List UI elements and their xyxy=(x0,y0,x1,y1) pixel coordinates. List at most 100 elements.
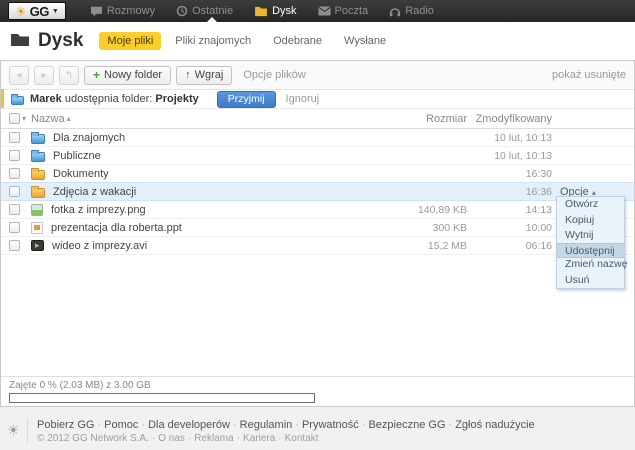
select-menu-caret-icon[interactable]: ▾ xyxy=(22,114,26,123)
gg-logo-text: GG xyxy=(29,3,50,19)
file-size: 140,89 KB xyxy=(417,203,467,216)
row-checkbox[interactable] xyxy=(9,222,20,233)
table-row[interactable]: prezentacja dla roberta.ppt 300 KB 10:00 xyxy=(1,219,634,237)
footer-link-reklama[interactable]: Reklama xyxy=(194,433,233,444)
row-checkbox[interactable] xyxy=(9,186,20,197)
nav-item-ostatnie[interactable]: Ostatnie xyxy=(176,5,233,17)
new-folder-label: Nowy folder xyxy=(104,69,163,81)
mail-icon xyxy=(317,6,331,16)
folder-icon xyxy=(31,167,45,180)
file-modified: 10 lut, 10:13 xyxy=(494,149,552,162)
up-level-button[interactable]: ↰ xyxy=(59,65,79,85)
nav-label: Poczta xyxy=(334,5,369,17)
page-header: Dysk Moje pliki Pliki znajomych Odebrane… xyxy=(0,22,635,60)
video-file-icon xyxy=(31,240,44,251)
forward-arrow-icon: ▸ xyxy=(41,69,47,81)
show-deleted-link[interactable]: pokaż usunięte xyxy=(552,69,626,81)
footer-link-pomoc[interactable]: Pomoc xyxy=(104,419,138,431)
chat-icon xyxy=(90,6,103,17)
presentation-file-icon xyxy=(31,221,43,234)
footer-link-kariera[interactable]: Kariera xyxy=(243,433,275,444)
new-folder-button[interactable]: + Nowy folder xyxy=(84,65,172,85)
tab-wyslane[interactable]: Wysłane xyxy=(336,32,394,50)
share-notification-bar: Marek udostępnia folder: Projekty Przyjm… xyxy=(1,89,634,109)
storage-progress-bar xyxy=(9,393,315,403)
footer-link-dla-developerow[interactable]: Dla developerów xyxy=(148,419,230,431)
nav-item-dysk[interactable]: Dysk xyxy=(254,5,297,17)
menu-item-otworz[interactable]: Otwórz xyxy=(557,197,624,213)
row-checkbox[interactable] xyxy=(9,168,20,179)
gg-sun-gray-icon: ☀ xyxy=(7,422,20,438)
menu-item-wytnij[interactable]: Wytnij xyxy=(557,228,624,244)
footer-link-pobierz-gg[interactable]: Pobierz GG xyxy=(37,419,94,431)
file-name: fotka z imprezy.png xyxy=(51,203,146,216)
footer-links-secondary: © 2012 GG Network S.A. · O nas · Reklama · Kar… xyxy=(37,433,319,444)
row-checkbox[interactable] xyxy=(9,240,20,251)
table-header: ▾ Nazwa ▴ Rozmiar Zmodyfikowany xyxy=(1,109,634,129)
gg-sun-icon: ☀ xyxy=(15,3,27,19)
table-row[interactable]: fotka z imprezy.png 140,89 KB 14:13 xyxy=(1,201,634,219)
file-list: Dla znajomych 10 lut, 10:13 Publiczne 10… xyxy=(1,129,634,255)
footer-link-prywatnosc[interactable]: Prywatność xyxy=(302,419,359,431)
options-context-menu: Otwórz Kopiuj Wytnij Udostępnij Zmień na… xyxy=(556,196,627,289)
upload-button[interactable]: ↑ Wgraj xyxy=(176,65,233,85)
chevron-down-icon: ▼ xyxy=(51,7,59,15)
forward-button[interactable]: ▸ xyxy=(34,65,54,85)
file-name: wideo z imprezy.avi xyxy=(52,239,148,252)
file-options-menu[interactable]: Opcje plików xyxy=(243,69,305,81)
column-name-label: Nazwa xyxy=(31,112,65,125)
table-row[interactable]: Dokumenty 16:30 xyxy=(1,165,634,183)
row-checkbox[interactable] xyxy=(9,132,20,143)
file-size: 300 KB xyxy=(432,221,467,234)
page-footer: ☀ Pobierz GG · Pomoc · Dla developerów · Regul… xyxy=(0,414,635,444)
footer-link-bezpieczne-gg[interactable]: Bezpieczne GG xyxy=(368,419,445,431)
shared-folder-icon xyxy=(11,93,24,105)
file-size: 15,2 MB xyxy=(427,239,467,252)
nav-label: Ostatnie xyxy=(192,5,234,17)
footer-link-kontakt[interactable]: Kontakt xyxy=(285,433,319,444)
footer-divider xyxy=(27,419,28,444)
table-row[interactable]: wideo z imprezy.avi 15,2 MB 06:16 xyxy=(1,237,634,255)
file-name: Publiczne xyxy=(53,149,101,162)
nav-item-poczta[interactable]: Poczta xyxy=(317,5,369,17)
footer-link-zglos-naduzycie[interactable]: Zgłoś nadużycie xyxy=(455,419,535,431)
nav-item-rozmowy[interactable]: Rozmowy xyxy=(90,5,155,17)
tab-pliki-znajomych[interactable]: Pliki znajomych xyxy=(167,32,259,50)
nav-item-radio[interactable]: Radio xyxy=(389,5,434,17)
menu-item-kopiuj[interactable]: Kopiuj xyxy=(557,213,624,229)
column-header-size[interactable]: Rozmiar xyxy=(377,113,467,125)
tab-odebrane[interactable]: Odebrane xyxy=(265,32,330,50)
ignore-button[interactable]: Ignoruj xyxy=(286,93,320,105)
table-row[interactable]: Publiczne 10 lut, 10:13 xyxy=(1,147,634,165)
accept-button[interactable]: Przyjmij xyxy=(216,90,276,108)
menu-item-zmien-nazwe[interactable]: Zmień nazwę xyxy=(557,257,627,273)
storage-usage-section: Zajęte 0 % (2.03 MB) z 3.00 GB xyxy=(1,376,634,406)
nav-label: Dysk xyxy=(272,5,297,17)
footer-link-o-nas[interactable]: O nas xyxy=(158,433,185,444)
menu-item-udostepnij[interactable]: Udostępnij xyxy=(557,242,624,258)
gg-logo-menu[interactable]: ☀ GG ▼ xyxy=(8,2,66,20)
column-header-name[interactable]: Nazwa ▴ xyxy=(31,113,377,125)
file-modified: 16:36 xyxy=(525,185,552,198)
row-checkbox[interactable] xyxy=(9,204,20,215)
column-header-modified[interactable]: Zmodyfikowany xyxy=(467,113,552,125)
top-bar: ☀ GG ▼ Rozmowy Ostatnie Dysk Poczta Radi… xyxy=(0,0,635,22)
file-manager-panel: ◂ ▸ ↰ + Nowy folder ↑ Wgraj Opcje plików… xyxy=(0,60,635,407)
select-all-checkbox[interactable] xyxy=(9,113,20,124)
notification-text: Marek udostępnia folder: Projekty xyxy=(30,93,199,105)
notification-user: Marek xyxy=(30,93,62,105)
copyright-text: © 2012 GG Network S.A. xyxy=(37,433,149,444)
tab-moje-pliki[interactable]: Moje pliki xyxy=(99,32,162,50)
table-row-selected[interactable]: Zdjęcia z wakacji 16:36 Opcje ▴ xyxy=(1,182,634,201)
file-name: Dla znajomych xyxy=(53,131,126,144)
footer-link-regulamin[interactable]: Regulamin xyxy=(240,419,293,431)
section-tabs: Moje pliki Pliki znajomych Odebrane Wysł… xyxy=(99,32,394,50)
table-row[interactable]: Dla znajomych 10 lut, 10:13 xyxy=(1,129,634,147)
back-button[interactable]: ◂ xyxy=(9,65,29,85)
clock-icon xyxy=(176,5,188,17)
image-file-icon xyxy=(31,203,43,216)
menu-item-usun[interactable]: Usuń xyxy=(557,273,624,289)
row-checkbox[interactable] xyxy=(9,150,20,161)
shared-folder-icon xyxy=(31,131,45,144)
file-name: prezentacja dla roberta.ppt xyxy=(51,221,182,234)
